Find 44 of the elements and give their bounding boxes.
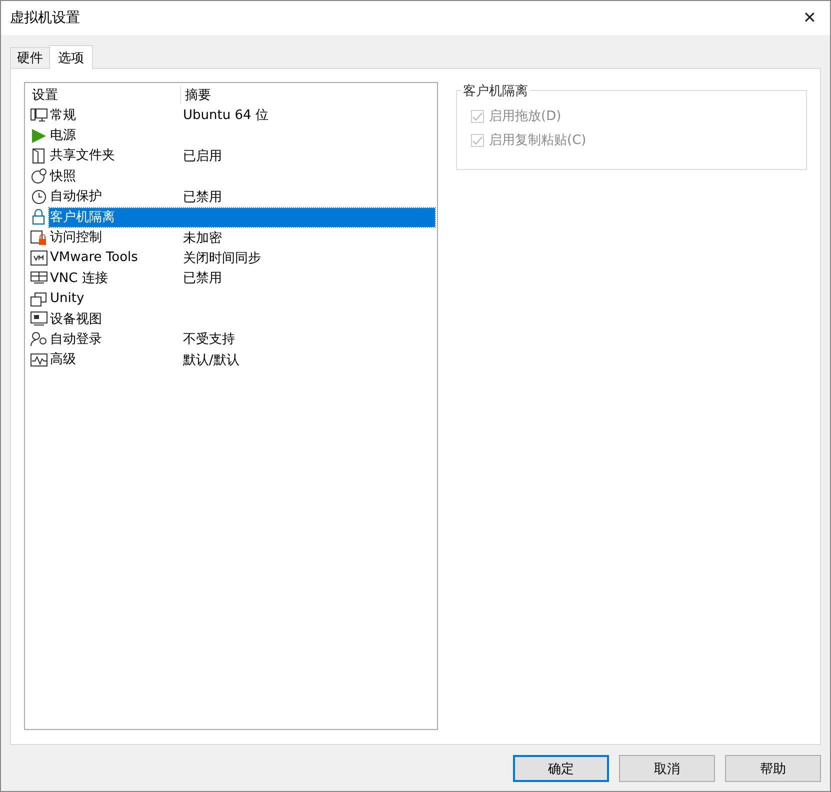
group-title: 客户机隔离 (461, 82, 530, 100)
play-icon (30, 128, 48, 144)
list-item[interactable]: 快照 (49, 166, 179, 186)
summary-text: 默认/默认 (182, 352, 240, 369)
column-header[interactable]: 设置 (26, 86, 181, 104)
pulse-icon (30, 352, 48, 368)
summary-text: 未加密 (182, 230, 222, 247)
summary-text: 已禁用 (182, 188, 222, 206)
tab[interactable]: 硬件 (10, 47, 50, 68)
list-item[interactable]: VMware Tools (49, 248, 179, 268)
list-item[interactable]: 设备视图 (49, 310, 179, 329)
dialog-button[interactable]: 帮助 (725, 755, 821, 782)
list-item[interactable]: 常规 (49, 106, 179, 125)
list-item[interactable]: VNC 连接 (49, 268, 179, 288)
summary-text: Ubuntu 64 位 (182, 107, 268, 124)
list-item[interactable]: 高级 (49, 350, 179, 370)
window-title: 虚拟机设置 (10, 9, 80, 27)
list-item[interactable]: 客户机隔离 (49, 208, 435, 227)
list-item[interactable]: 自动保护 (49, 187, 179, 206)
users-icon (30, 331, 48, 348)
network-icon (30, 270, 48, 286)
list-item[interactable]: 电源 (49, 126, 179, 146)
list-item[interactable]: 访问控制 (49, 228, 179, 248)
dialog-button[interactable]: 取消 (619, 755, 715, 782)
summary-text: 关闭时间同步 (182, 250, 261, 267)
summary-text: 已禁用 (182, 270, 222, 288)
dialog-button[interactable]: 确定 (513, 755, 609, 782)
column-header[interactable]: 摘要 (181, 86, 211, 104)
checkbox-label: 启用拖放(D) (489, 108, 562, 125)
snapshot-icon (30, 168, 48, 184)
list-item[interactable]: 共享文件夹 (49, 146, 179, 166)
monitor-icon (30, 107, 48, 124)
lock-window-icon (30, 230, 48, 246)
vm-icon (30, 250, 48, 266)
summary-text: 不受支持 (182, 331, 235, 348)
checkbox-label: 启用复制粘贴(C) (489, 132, 586, 149)
summary-text: 已启用 (182, 148, 222, 165)
tab[interactable]: 选项 (49, 45, 93, 69)
clock-icon (30, 188, 48, 205)
close-button[interactable]: ✕ (795, 6, 824, 30)
list-item[interactable]: 自动登录 (49, 330, 179, 349)
windows-icon (30, 290, 48, 307)
list-item[interactable]: Unity (49, 289, 179, 308)
device-icon (30, 311, 48, 328)
